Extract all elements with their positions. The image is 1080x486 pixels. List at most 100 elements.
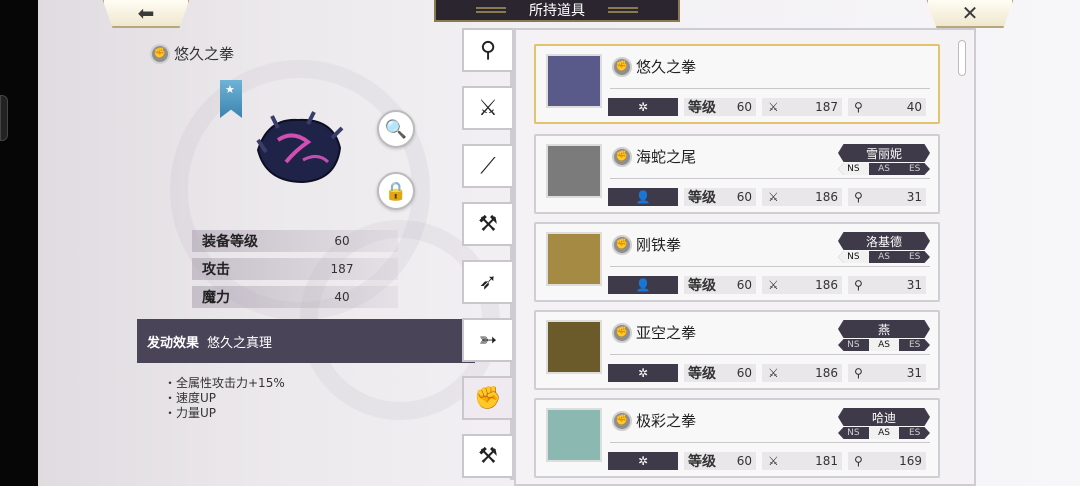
stat-value: 187 [330, 262, 354, 276]
list-scrollbar[interactable] [958, 40, 966, 76]
item-thumbnail [546, 408, 602, 462]
type-tag: ES [908, 340, 921, 350]
level-label: 等级 [688, 366, 716, 382]
staff-icon: ⚲ [854, 366, 863, 380]
star-icon: ★ [225, 83, 235, 96]
character-tag: 雪丽妮 [838, 144, 930, 162]
fist-icon: ✊ [474, 385, 502, 411]
type-tags: NS AS ES [838, 163, 930, 175]
fist-icon: ✊ [612, 410, 632, 431]
item-card[interactable]: ✊ 悠久之拳 ✲ 等级 60 ⚔ 187 ⚲ 40 [534, 44, 940, 124]
item-card[interactable]: ✊ 亚空之拳 燕 NS AS ES ✲ 等级 60 ⚔ 186 ⚲ 31 [534, 310, 940, 390]
item-card-name: ✊ 刚铁拳 [612, 234, 681, 255]
type-tag: NS [847, 428, 860, 438]
card-divider [610, 442, 930, 443]
item-thumbnail [546, 54, 602, 108]
staff-icon: ⚲ [479, 37, 497, 63]
equip-status: 👤 [608, 188, 678, 206]
staff-icon: ⚲ [854, 278, 863, 292]
attack-value: 187 [815, 100, 838, 114]
item-thumbnail [546, 144, 602, 198]
sword-icon: ⚔ [768, 278, 779, 292]
device-sensor [0, 95, 8, 141]
tab-staff[interactable]: ⚲ [462, 28, 512, 72]
staff-icon: ⚲ [854, 100, 863, 114]
level-value: 60 [736, 100, 752, 114]
type-tag: AS [878, 164, 890, 174]
fist-icon: ✊ [612, 322, 632, 343]
tab-spear[interactable]: ➶ [462, 260, 512, 304]
item-name-text: 悠久之拳 [636, 58, 697, 76]
attack-value: 186 [815, 190, 838, 204]
stat-row: 魔力 40 [192, 286, 398, 308]
item-card[interactable]: ✊ 海蛇之尾 雪丽妮 NS AS ES 👤 等级 60 ⚔ 186 ⚲ 31 [534, 134, 940, 214]
stat-label: 装备等级 [202, 234, 258, 250]
effect-header: 发动效果 悠久之真理 [137, 319, 475, 363]
item-card[interactable]: ✊ 刚铁拳 洛基德 NS AS ES 👤 等级 60 ⚔ 186 ⚲ 31 [534, 222, 940, 302]
sword-icon: ⚔ [478, 95, 498, 121]
type-tag: AS [868, 427, 900, 439]
tab-sword[interactable]: ⚔ [462, 86, 512, 130]
attack-value: 186 [815, 278, 838, 292]
sword-icon: ⚔ [768, 100, 779, 114]
type-tag: AS [878, 252, 890, 262]
effect-header-label: 发动效果 [147, 335, 200, 351]
tab-bow[interactable]: ➳ [462, 318, 512, 362]
level-cell: 等级 60 [684, 452, 756, 470]
effect-line: ・力量UP [164, 406, 217, 420]
level-value: 60 [736, 454, 752, 468]
item-name-text: 极彩之拳 [636, 412, 697, 430]
magic-cell: ⚲ 31 [848, 188, 926, 206]
level-label: 等级 [688, 278, 716, 294]
effect-name: 悠久之真理 [207, 335, 273, 351]
item-stat-row: ✲ 等级 60 ⚔ 186 ⚲ 31 [608, 362, 930, 384]
sword-icon: ⚔ [768, 190, 779, 204]
magic-value: 169 [899, 454, 922, 468]
tab-katana[interactable]: ⟋ [462, 144, 512, 188]
attack-value: 181 [815, 454, 838, 468]
item-card-name: ✊ 极彩之拳 [612, 410, 696, 431]
item-card[interactable]: ✊ 极彩之拳 哈迪 NS AS ES ✲ 等级 60 ⚔ 181 ⚲ 169 [534, 398, 940, 478]
selected-item-image [256, 111, 344, 184]
item-stat-row: ✲ 等级 60 ⚔ 181 ⚲ 169 [608, 450, 930, 472]
bow-icon: ➳ [478, 327, 498, 353]
item-thumbnail [546, 320, 602, 374]
item-thumbnail [546, 232, 602, 286]
item-stat-row: 👤 等级 60 ⚔ 186 ⚲ 31 [608, 274, 930, 296]
tab-axe[interactable]: ⚒ [462, 202, 512, 246]
character-tag: 燕 [838, 320, 930, 338]
type-tag: NS [847, 340, 860, 350]
magic-cell: ⚲ 31 [848, 276, 926, 294]
lock-button[interactable]: 🔒 [377, 172, 415, 210]
effect-line: ・全属性攻击力+15% [164, 376, 285, 390]
title-decoration [608, 7, 638, 13]
character-tag: 哈迪 [838, 408, 930, 426]
stat-value: 40 [334, 290, 350, 304]
card-divider [610, 88, 930, 89]
inspect-button[interactable]: 🔍 [377, 110, 415, 148]
equip-status: ✲ [608, 364, 678, 382]
close-button[interactable]: ✕ [926, 0, 1014, 28]
item-card-name: ✊ 亚空之拳 [612, 322, 696, 343]
attack-cell: ⚔ 186 [762, 364, 842, 382]
tab-hammer[interactable]: ⚒ [462, 434, 512, 478]
level-label: 等级 [688, 100, 716, 116]
level-value: 60 [736, 366, 752, 380]
type-tag: NS [838, 163, 869, 175]
back-button[interactable]: ⬅ [102, 0, 190, 28]
level-cell: 等级 60 [684, 98, 756, 116]
card-divider [610, 266, 930, 267]
magic-value: 40 [906, 100, 922, 114]
magic-value: 31 [906, 366, 922, 380]
tab-fist[interactable]: ✊ [462, 376, 512, 420]
lock-icon: 🔒 [384, 180, 408, 202]
magic-cell: ⚲ 40 [848, 98, 926, 116]
type-tag: ES [908, 428, 921, 438]
axe-icon: ⚒ [478, 211, 498, 237]
back-arrow-icon: ⬅ [137, 1, 155, 25]
level-cell: 等级 60 [684, 188, 756, 206]
type-tag: NS [838, 251, 869, 263]
fist-icon: ✊ [612, 56, 632, 77]
item-stat-row: ✲ 等级 60 ⚔ 187 ⚲ 40 [608, 96, 930, 118]
game-screen: ⬅ 所持道具 ✕ ✊ 悠久之拳 ★ 🔍 🔒 装备等级 60 攻击 187 魔力 40 … [0, 0, 1080, 486]
